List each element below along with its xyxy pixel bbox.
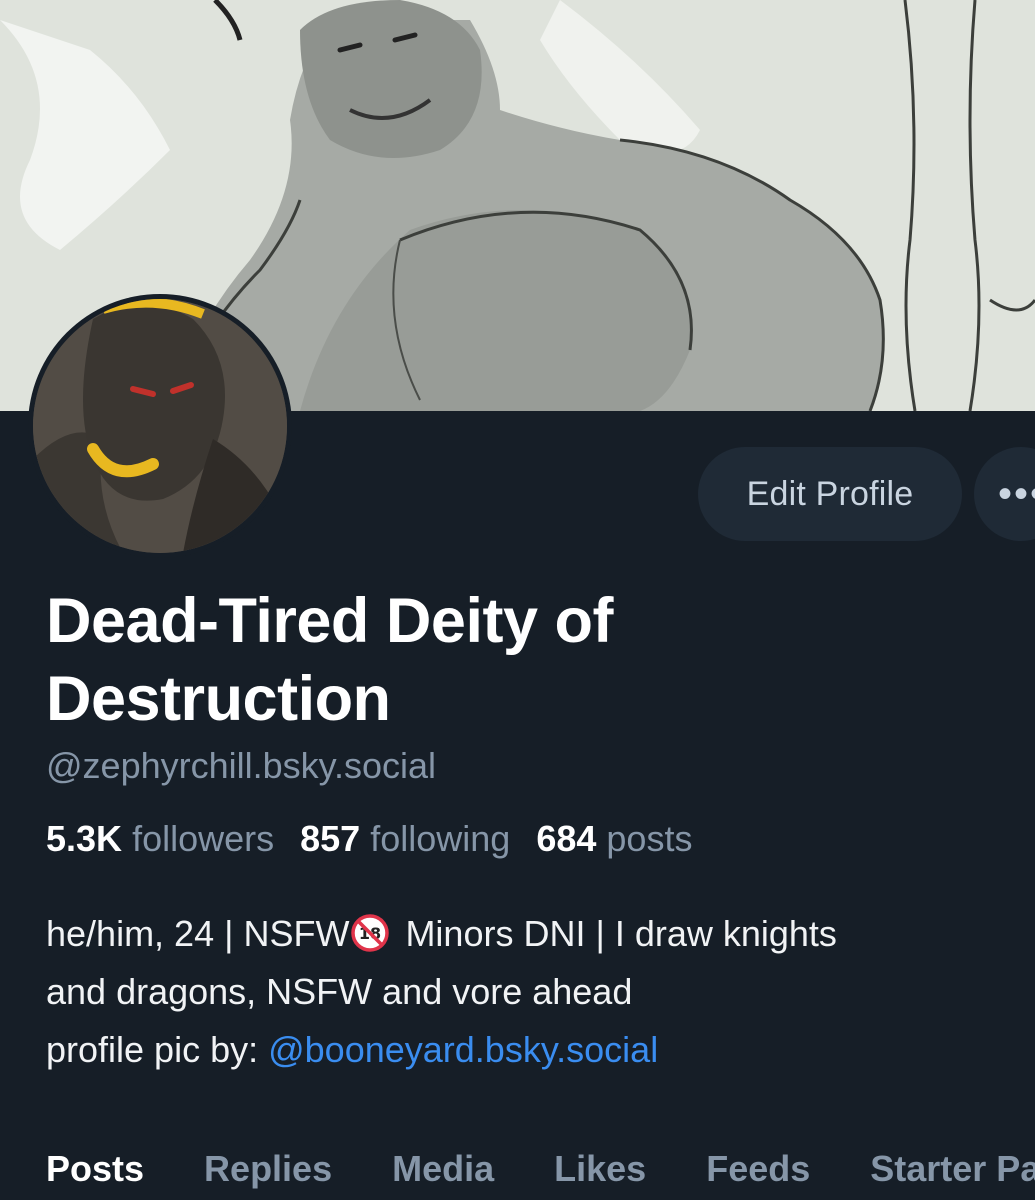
tab-replies[interactable]: Replies — [204, 1148, 332, 1190]
bio-credit-prefix: profile pic by: — [46, 1029, 269, 1070]
followers-count: 5.3K — [46, 818, 123, 859]
avatar[interactable] — [28, 294, 292, 558]
tab-feeds[interactable]: Feeds — [706, 1148, 810, 1190]
ellipsis-icon: ••• — [998, 471, 1035, 516]
posts-count: 684 — [536, 818, 597, 859]
avatar-image — [33, 299, 287, 553]
bio-line-2: and dragons, NSFW and vore ahead — [46, 971, 633, 1012]
profile-bio: he/him, 24 | NSFW 18 Minors DNI | I draw… — [46, 905, 1035, 1079]
more-options-button[interactable]: ••• — [974, 447, 1035, 541]
tab-starter-packs[interactable]: Starter Packs — [870, 1148, 1035, 1190]
followers-label: followers — [132, 818, 275, 859]
edit-profile-button[interactable]: Edit Profile — [698, 447, 962, 541]
posts-label: posts — [606, 818, 693, 859]
bio-line-3: profile pic by: @booneyard.bsky.social — [46, 1021, 1035, 1079]
following-label: following — [370, 818, 511, 859]
bio-line-1-start: he/him, 24 | NSFW — [46, 913, 350, 954]
profile-handle: @zephyrchill.bsky.social — [46, 745, 437, 786]
following-stat[interactable]: 857 following — [300, 818, 510, 860]
tab-posts[interactable]: Posts — [46, 1148, 144, 1190]
tab-media[interactable]: Media — [392, 1148, 494, 1190]
display-name: Dead-Tired Deity of Destruction — [46, 586, 613, 734]
profile-stats: 5.3K followers 857 following 684 posts — [46, 818, 692, 860]
tab-likes[interactable]: Likes — [554, 1148, 646, 1190]
bio-line-1: he/him, 24 | NSFW 18 Minors DNI | I draw… — [46, 905, 1035, 963]
bio-mention-link[interactable]: @booneyard.bsky.social — [268, 1029, 658, 1070]
profile-tabs: Posts Replies Media Likes Feeds Starter … — [46, 1148, 1035, 1190]
followers-stat[interactable]: 5.3K followers — [46, 818, 274, 860]
profile-page: Edit Profile ••• Dead-Tired Deity of Des… — [0, 0, 1035, 1200]
posts-stat: 684 posts — [536, 818, 692, 860]
following-count: 857 — [300, 818, 361, 859]
no-under-eighteen-icon: 18 — [351, 914, 390, 952]
bio-line-1-end: Minors DNI | I draw knights — [395, 913, 837, 954]
